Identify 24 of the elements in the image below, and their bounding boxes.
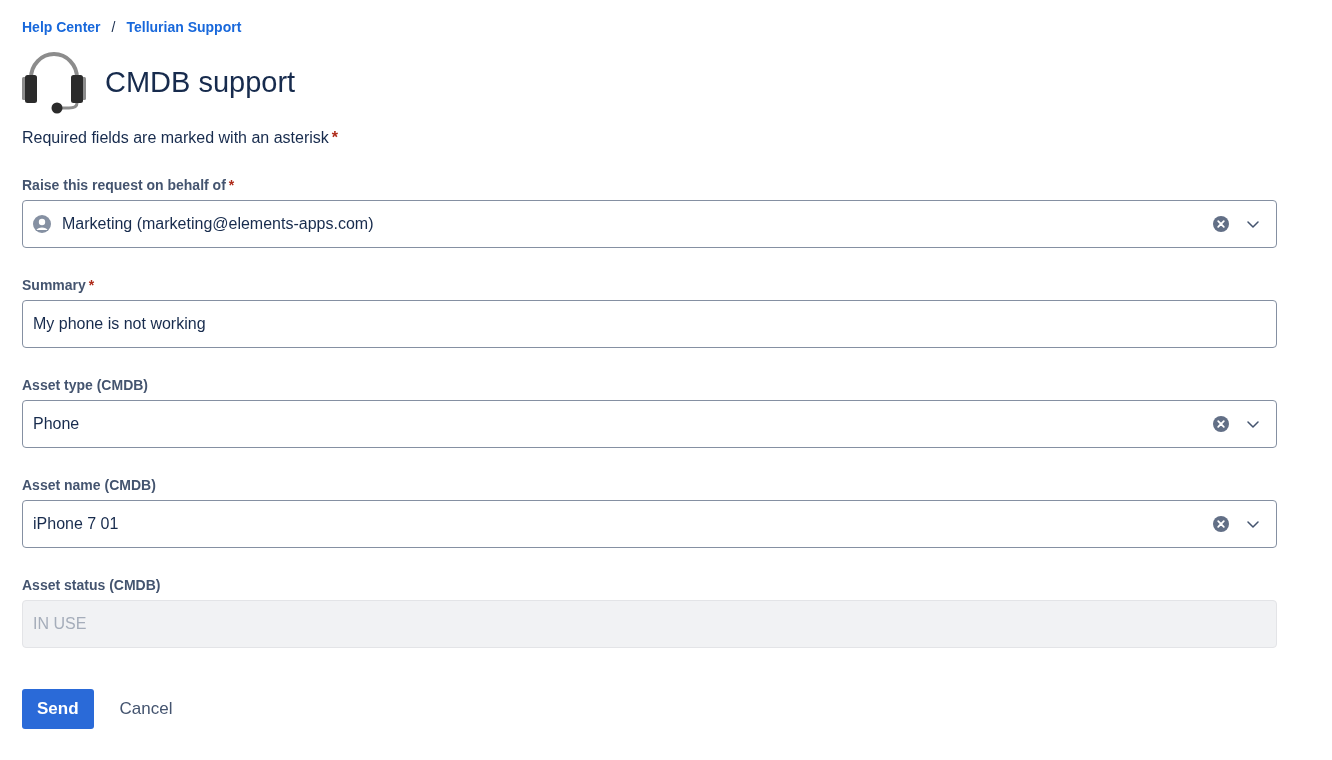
breadcrumb-separator: / — [110, 18, 117, 37]
field-label: Raise this request on behalf of * — [22, 176, 235, 195]
page-title: CMDB support — [105, 65, 296, 100]
field-label: Asset status (CMDB) — [22, 576, 161, 595]
required-note: Required fields are marked with an asterisk * — [22, 128, 339, 148]
select-field[interactable]: iPhone 7 01 — [22, 500, 1277, 548]
select-field[interactable]: Phone — [22, 400, 1277, 448]
clear-icon[interactable] — [1213, 416, 1229, 432]
text-field[interactable]: My phone is not working — [22, 300, 1277, 348]
send-button[interactable]: Send — [22, 689, 94, 729]
breadcrumb-link[interactable]: Tellurian Support — [126, 17, 242, 37]
headset-icon — [22, 50, 86, 114]
clear-icon[interactable] — [1213, 516, 1229, 532]
field-label: Asset name (CMDB) — [22, 476, 156, 495]
cancel-button[interactable]: Cancel — [103, 689, 189, 729]
field-label: Summary * — [22, 276, 95, 295]
chevron-down-icon[interactable] — [1247, 220, 1259, 228]
user-select-field[interactable]: Marketing (marketing@elements-apps.com) — [22, 200, 1277, 248]
chevron-down-icon[interactable] — [1247, 520, 1259, 528]
user-avatar-icon — [33, 215, 51, 233]
field-label: Asset type (CMDB) — [22, 376, 148, 395]
chevron-down-icon[interactable] — [1247, 420, 1259, 428]
clear-icon[interactable] — [1213, 216, 1229, 232]
breadcrumb-link[interactable]: Help Center — [22, 17, 101, 37]
